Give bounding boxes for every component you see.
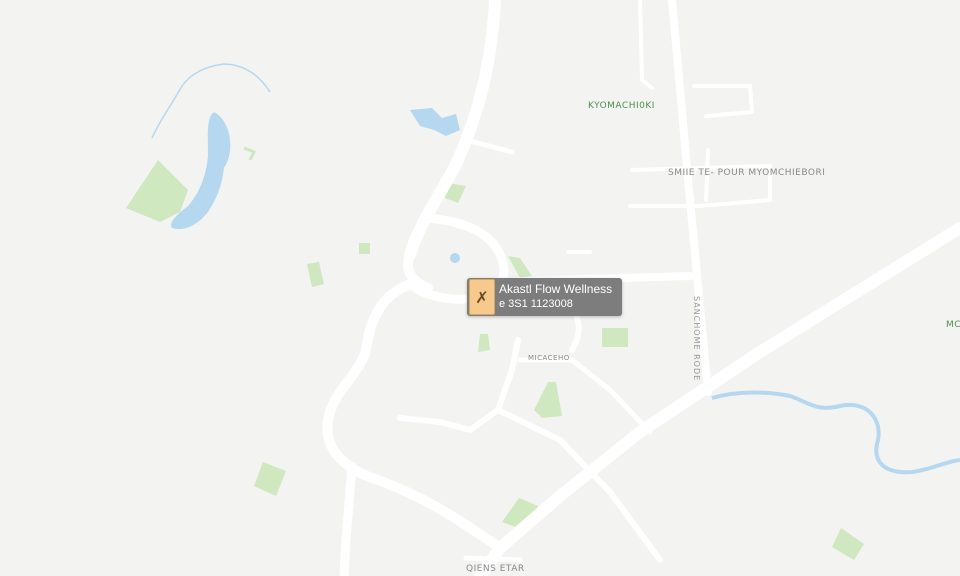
yoga-pose-icon: ✗ — [469, 279, 495, 315]
poi-text: Akastl Flow Wellness e 3S1 1123008 — [499, 282, 612, 312]
edge-label: MC — [946, 320, 960, 330]
district-label: SMIIE TE- POUR MYOMCHIEBORI — [668, 168, 826, 178]
neighborhood-label-kyomachi: KYOMACHI0KI — [588, 101, 655, 111]
road-label-small: MICACEHO — [528, 354, 570, 362]
road-label-vertical: SANCHOME RODE — [692, 296, 701, 382]
poi-marker-card[interactable]: ✗ Akastl Flow Wellness e 3S1 1123008 — [467, 278, 622, 316]
poi-name: Akastl Flow Wellness — [499, 282, 613, 296]
poi-phone: e 3S1 1123008 — [499, 298, 573, 310]
road-label-bottom: QIENS ETAR — [466, 564, 525, 574]
